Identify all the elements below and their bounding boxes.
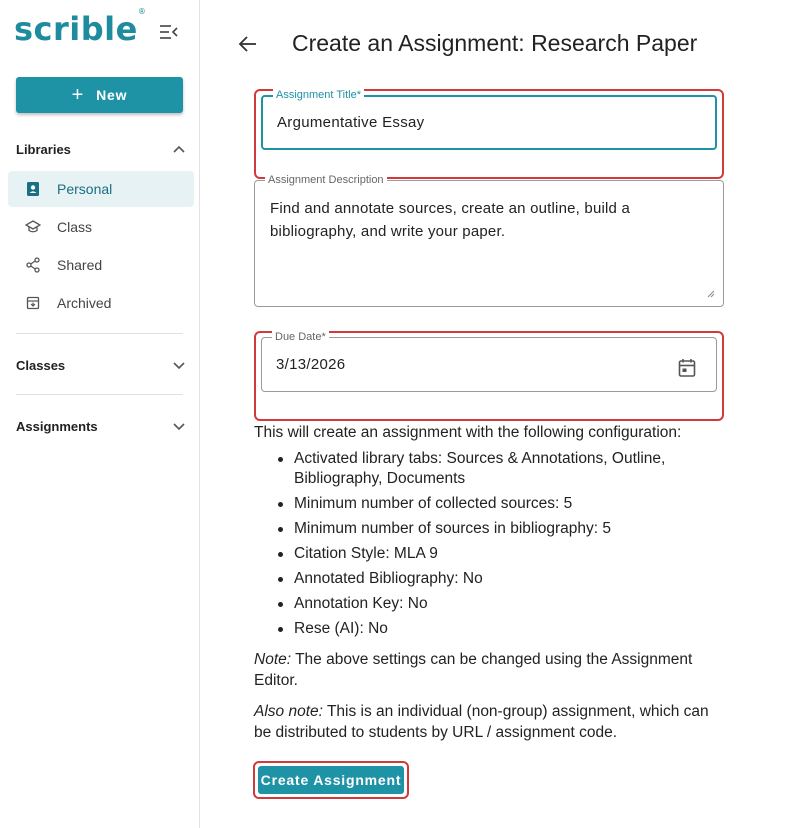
also-note-label: Also note: [254,703,323,720]
sidebar-item-label: Archived [57,295,112,311]
config-item: Minimum number of sources in bibliograph… [254,519,724,539]
config-list: Activated library tabs: Sources & Annota… [254,449,724,644]
classes-section-header[interactable]: Classes [16,353,186,377]
due-date-label: Due Date* [272,330,329,344]
share-icon [25,257,41,273]
sidebar-divider [16,394,183,395]
chevron-down-icon [173,423,185,431]
libraries-section-header[interactable]: Libraries [16,137,186,161]
sidebar-item-label: Personal [57,181,113,197]
assignments-label: Assignments [16,418,98,434]
logo-registered-mark: ® [137,7,147,17]
note-text: The above settings can be changed using … [254,651,693,689]
classes-label: Classes [16,357,66,373]
resize-handle-icon[interactable] [707,290,715,298]
collapse-sidebar-icon[interactable] [158,22,180,42]
page-title: Create an Assignment: Research Paper [292,30,698,56]
create-assignment-button[interactable]: Create Assignment [258,766,404,794]
sidebar-item-archived[interactable]: Archived [8,285,194,321]
also-note-text: This is an individual (non-group) assign… [254,703,709,741]
sidebar-divider [16,333,183,334]
config-item: Annotated Bibliography: No [254,569,724,589]
sidebar-item-class[interactable]: Class [8,209,194,245]
assignment-description-value: Find and annotate sources, create an out… [270,200,631,240]
sidebar: scrible® + New Libraries Personal Class … [0,0,200,828]
assignments-section-header[interactable]: Assignments [16,414,186,438]
config-item: Citation Style: MLA 9 [254,544,724,564]
due-date-field[interactable]: Due Date* 3/13/2026 [261,330,717,392]
sidebar-item-shared[interactable]: Shared [8,247,194,283]
new-button[interactable]: + New [16,77,183,113]
scrible-logo[interactable]: scrible® [14,7,147,48]
config-item: Activated library tabs: Sources & Annota… [254,449,724,489]
archive-box-icon [25,295,41,311]
calendar-icon[interactable] [678,358,696,378]
assignment-title-label: Assignment Title* [273,88,364,102]
config-item: Rese (AI): No [254,619,724,639]
group-note: Also note: This is an individual (non-gr… [254,701,729,743]
sidebar-item-label: Class [57,219,93,235]
new-button-label: New [96,87,128,103]
assignment-description-field[interactable]: Assignment Description Find and annotate… [254,173,724,307]
chevron-up-icon [173,145,185,153]
settings-note: Note: The above settings can be changed … [254,649,729,691]
logo-text: scrible [14,10,138,48]
assignment-title-field[interactable]: Assignment Title* Argumentative Essay [261,88,717,150]
graduation-cap-icon [25,219,41,235]
back-arrow-icon[interactable] [237,34,259,54]
libraries-label: Libraries [16,141,71,157]
due-date-value: 3/13/2026 [276,356,346,373]
plus-icon: + [71,84,85,106]
assignment-title-value: Argumentative Essay [277,114,425,131]
config-intro-text: This will create an assignment with the … [254,424,682,441]
config-item: Minimum number of collected sources: 5 [254,494,724,514]
note-label: Note: [254,651,292,668]
assignment-description-label: Assignment Description [265,173,387,187]
person-book-icon [25,181,41,197]
sidebar-item-personal[interactable]: Personal [8,171,194,207]
create-button-highlight: Create Assignment [253,761,409,799]
chevron-down-icon [173,362,185,370]
sidebar-item-label: Shared [57,257,103,273]
config-item: Annotation Key: No [254,594,724,614]
